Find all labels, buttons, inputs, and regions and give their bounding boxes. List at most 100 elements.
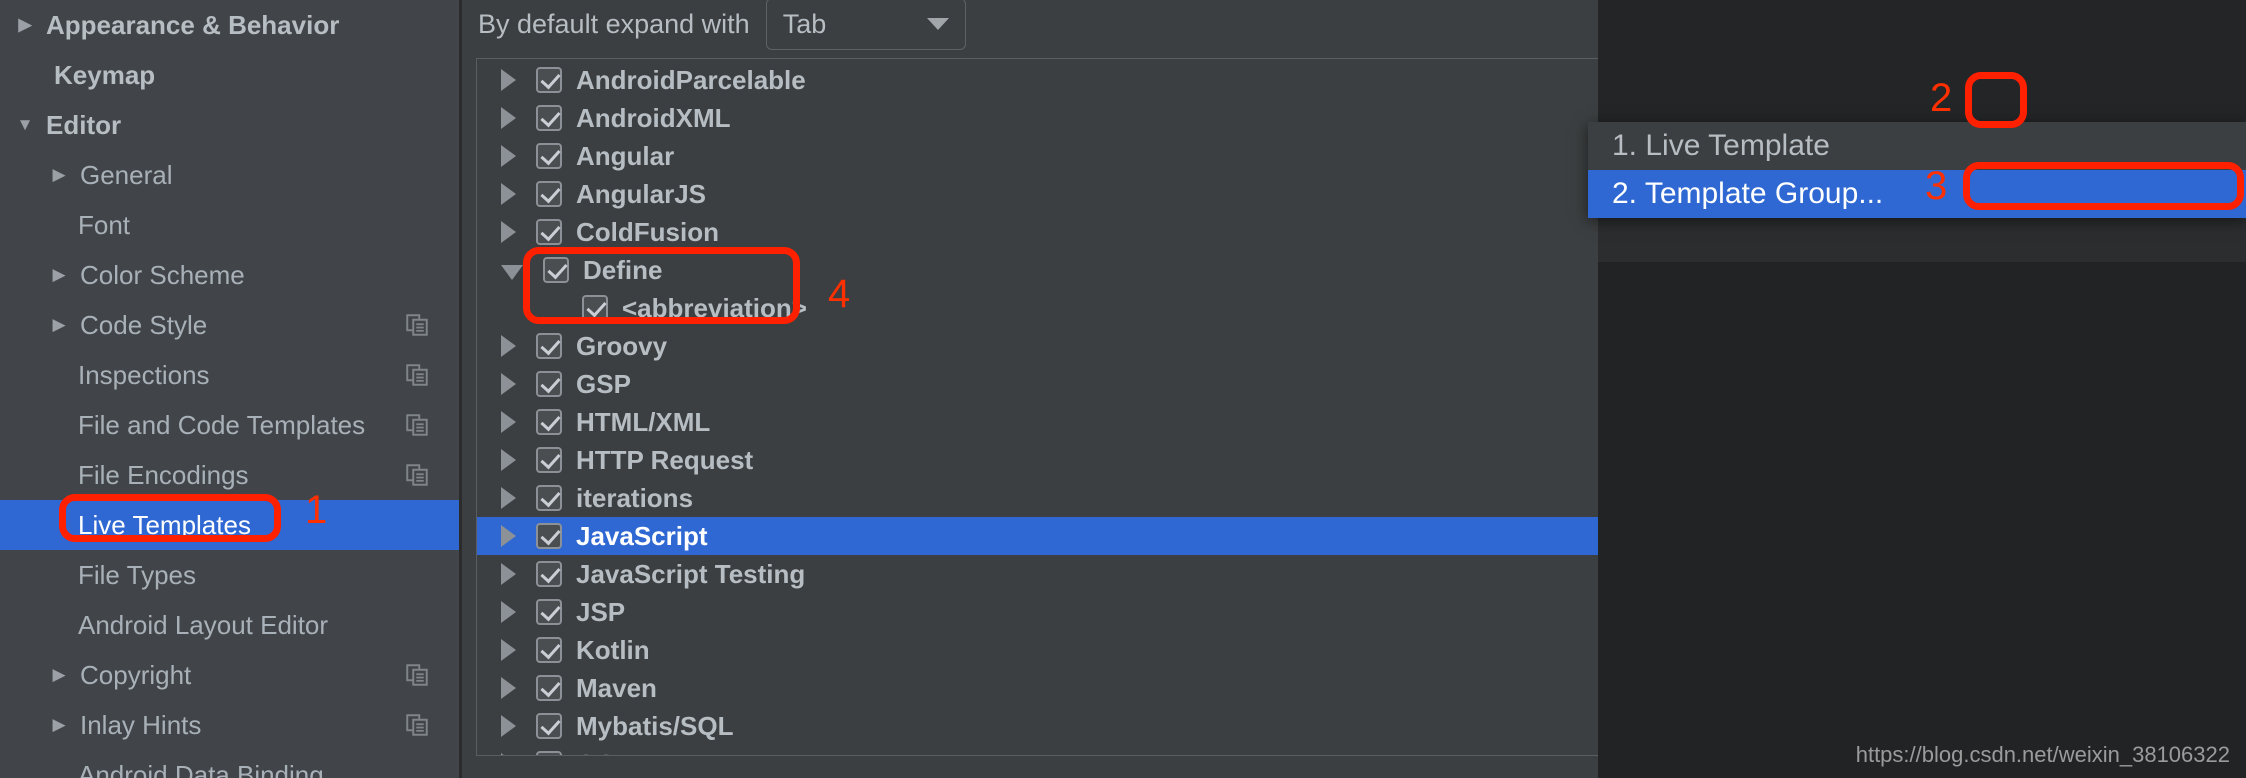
tree-item-label: JavaScript Testing — [576, 558, 806, 589]
checkbox[interactable] — [536, 105, 562, 131]
chevron-right-icon[interactable] — [501, 145, 516, 167]
expand-with-value: Tab — [782, 8, 827, 39]
tree-item-label: Kotlin — [576, 634, 650, 665]
sidebar-item-general[interactable]: ▶ General — [0, 150, 459, 200]
copy-settings-icon[interactable] — [405, 363, 429, 387]
sidebar-item-label: Color Scheme — [80, 259, 245, 290]
chevron-right-icon[interactable] — [501, 373, 516, 395]
sidebar-item-font[interactable]: Font — [0, 200, 459, 250]
sidebar-item-inlay-hints[interactable]: ▶ Inlay Hints — [0, 700, 459, 750]
chevron-right-icon[interactable] — [501, 411, 516, 433]
sidebar-item-android-layout-editor[interactable]: Android Layout Editor — [0, 600, 459, 650]
checkbox[interactable] — [536, 219, 562, 245]
chevron-down-icon — [926, 18, 949, 30]
sidebar-item-color-scheme[interactable]: ▶ Color Scheme — [0, 250, 459, 300]
sidebar-item-file-types[interactable]: File Types — [0, 550, 459, 600]
chevron-right-icon[interactable] — [501, 563, 516, 585]
chevron-right-icon[interactable] — [501, 525, 516, 547]
tree-item-label: Maven — [576, 672, 657, 703]
chevron-right-icon[interactable]: ▶ — [14, 14, 36, 36]
chevron-right-icon[interactable] — [501, 601, 516, 623]
chevron-right-icon[interactable] — [501, 107, 516, 129]
checkbox[interactable] — [536, 751, 562, 755]
checkbox[interactable] — [536, 371, 562, 397]
checkbox[interactable] — [536, 181, 562, 207]
sidebar-item-editor[interactable]: ▼ Editor — [0, 100, 459, 150]
tree-item-label: <abbreviation> — [622, 292, 807, 323]
checkbox[interactable] — [536, 523, 562, 549]
settings-dialog: ▶ Appearance & Behavior Keymap ▼ Editor ▶ Gene… — [0, 0, 2246, 778]
sidebar-item-appearance-behavior[interactable]: ▶ Appearance & Behavior — [0, 0, 459, 50]
checkbox[interactable] — [536, 675, 562, 701]
copy-settings-icon[interactable] — [405, 313, 429, 337]
chevron-right-icon[interactable] — [501, 335, 516, 357]
sidebar-item-label: Code Style — [80, 309, 208, 340]
sidebar-item-label: Inlay Hints — [80, 709, 202, 740]
checkbox[interactable] — [536, 333, 562, 359]
copy-settings-icon[interactable] — [405, 463, 429, 487]
menu-item[interactable]: 1. Live Template — [1588, 122, 2246, 170]
checkbox[interactable] — [536, 713, 562, 739]
sidebar-item-code-style[interactable]: ▶ Code Style — [0, 300, 459, 350]
checkbox[interactable] — [536, 143, 562, 169]
expand-with-select[interactable]: Tab — [765, 0, 966, 50]
sidebar-item-label: Android Data Binding — [78, 759, 324, 778]
chevron-right-icon[interactable]: ▶ — [48, 164, 70, 186]
checkbox[interactable] — [536, 637, 562, 663]
sidebar-item-label: Inspections — [78, 359, 210, 390]
sidebar-item-file-and-code-templates[interactable]: File and Code Templates — [0, 400, 459, 450]
chevron-right-icon[interactable]: ▶ — [48, 714, 70, 736]
chevron-right-icon[interactable] — [501, 753, 516, 755]
chevron-right-icon[interactable] — [501, 221, 516, 243]
tree-item-label: AndroidParcelable — [576, 64, 806, 95]
sidebar-item-copyright[interactable]: ▶ Copyright — [0, 650, 459, 700]
sidebar-item-file-encodings[interactable]: File Encodings — [0, 450, 459, 500]
copy-settings-icon[interactable] — [405, 413, 429, 437]
chevron-right-icon[interactable]: ▶ — [48, 664, 70, 686]
checkbox[interactable] — [536, 67, 562, 93]
tree-item-label: AngularJS — [576, 178, 707, 209]
background-band — [1598, 262, 2246, 778]
checkbox[interactable] — [536, 409, 562, 435]
tree-item-label: Define — [583, 254, 663, 285]
sidebar-item-android-data-binding[interactable]: Android Data Binding — [0, 750, 459, 778]
chevron-right-icon[interactable] — [501, 487, 516, 509]
sidebar-item-live-templates[interactable]: Live Templates — [0, 500, 459, 550]
chevron-right-icon[interactable] — [501, 639, 516, 661]
annotation-number-2: 2 — [1930, 76, 1953, 120]
chevron-right-icon[interactable] — [501, 677, 516, 699]
checkbox[interactable] — [543, 257, 569, 283]
chevron-right-icon[interactable] — [501, 715, 516, 737]
chevron-down-icon[interactable]: ▼ — [14, 114, 36, 136]
menu-item[interactable]: 2. Template Group... — [1588, 170, 2246, 218]
sidebar-item-label: File Types — [78, 559, 197, 590]
add-template-menu[interactable]: 1. Live Template 2. Template Group... — [1588, 122, 2246, 218]
sidebar-item-inspections[interactable]: Inspections — [0, 350, 459, 400]
chevron-right-icon[interactable] — [501, 449, 516, 471]
sidebar-item-label: Font — [78, 209, 131, 240]
checkbox[interactable] — [536, 599, 562, 625]
copy-settings-icon[interactable] — [405, 713, 429, 737]
menu-item-label: 1. Live Template — [1612, 129, 1830, 162]
tree-item-label: HTML/XML — [576, 406, 711, 437]
tree-item-label: GSP — [576, 368, 631, 399]
checkbox[interactable] — [536, 485, 562, 511]
chevron-right-icon[interactable] — [501, 69, 516, 91]
sidebar-item-keymap[interactable]: Keymap — [0, 50, 459, 100]
tree-item-label: JavaScript — [576, 520, 708, 551]
checkbox[interactable] — [536, 447, 562, 473]
copy-settings-icon[interactable] — [405, 663, 429, 687]
sidebar-item-label: Copyright — [80, 659, 192, 690]
background-area — [1598, 0, 2246, 778]
chevron-down-icon[interactable] — [501, 264, 523, 280]
chevron-right-icon[interactable]: ▶ — [48, 264, 70, 286]
chevron-right-icon[interactable] — [501, 183, 516, 205]
watermark-text: https://blog.csdn.net/weixin_38106322 — [1855, 742, 2230, 767]
tree-item-label: JSP — [576, 596, 626, 627]
chevron-right-icon[interactable]: ▶ — [48, 314, 70, 336]
checkbox[interactable] — [582, 295, 608, 321]
settings-sidebar[interactable]: ▶ Appearance & Behavior Keymap ▼ Editor ▶ Gene… — [0, 0, 459, 778]
checkbox[interactable] — [536, 561, 562, 587]
tree-item-label: Groovy — [576, 330, 668, 361]
tree-item-label: Mybatis/SQL — [576, 710, 734, 741]
